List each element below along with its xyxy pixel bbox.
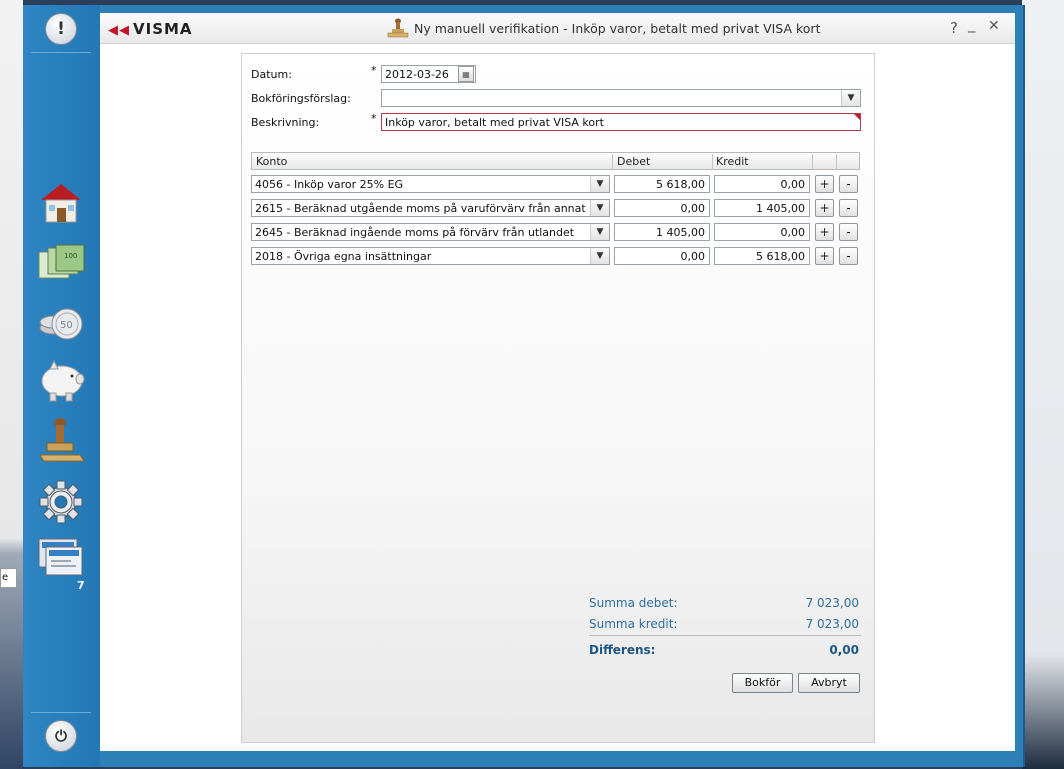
header-kredit: Kredit [716, 155, 749, 168]
window-title: Ny manuell verifikation - Inköp varor, b… [414, 21, 821, 36]
konto-dropdown[interactable]: 4056 - Inköp varor 25% EG ▼ [251, 175, 610, 193]
stamp-icon[interactable] [36, 415, 86, 465]
minimize-button[interactable]: _ [968, 15, 976, 33]
kredit-field[interactable]: 0,00 [714, 223, 810, 241]
desktop-left-edge: e [0, 0, 23, 769]
remove-row-button[interactable]: - [839, 199, 858, 217]
chevron-down-icon[interactable]: ▼ [590, 248, 609, 264]
summa-kredit-label: Summa kredit: [589, 617, 678, 631]
verification-panel: Datum: * 2012-03-26 ▦ Bokföringsförslag:… [241, 53, 875, 743]
required-corner-marker [854, 114, 860, 120]
debet-field[interactable]: 0,00 [614, 199, 710, 217]
chevron-down-icon[interactable]: ▼ [590, 200, 609, 216]
header-separator [712, 154, 713, 169]
remove-row-button[interactable]: - [839, 247, 858, 265]
forslag-dropdown[interactable]: ▼ [381, 89, 861, 107]
datum-value: 2012-03-26 [385, 68, 449, 81]
beskrivning-required-mark: * [371, 112, 377, 125]
notification-badge: 7 [77, 579, 85, 592]
differens-label: Differens: [589, 643, 656, 657]
calendar-icon[interactable]: ▦ [458, 66, 474, 82]
konto-dropdown[interactable]: 2645 - Beräknad ingående moms på förvärv… [251, 223, 610, 241]
remove-row-button[interactable]: - [839, 223, 858, 241]
datum-label: Datum: [251, 68, 292, 81]
coins-icon[interactable]: 50 [36, 300, 86, 350]
kredit-field[interactable]: 5 618,00 [714, 247, 810, 265]
logo-text: VISMA [133, 20, 193, 38]
visma-logo-mark-icon: ◀◀ [108, 23, 130, 38]
add-row-button[interactable]: + [815, 199, 834, 217]
kredit-field[interactable]: 0,00 [714, 175, 810, 193]
konto-value: 4056 - Inköp varor 25% EG [255, 178, 404, 191]
konto-value: 2615 - Beräknad utgående moms på varuför… [255, 202, 610, 215]
grid-header: Konto Debet Kredit [251, 152, 860, 170]
summa-debet-value: 7 023,00 [805, 596, 859, 610]
chevron-down-icon[interactable]: ▼ [590, 176, 609, 192]
add-row-button[interactable]: + [815, 223, 834, 241]
chevron-down-icon[interactable]: ▼ [841, 90, 860, 106]
desktop-right-edge [1022, 0, 1064, 769]
beskrivning-value: Inköp varor, betalt med privat VISA kort [385, 116, 604, 129]
svg-text:100: 100 [64, 252, 77, 260]
konto-dropdown[interactable]: 2018 - Övriga egna insättningar ▼ [251, 247, 610, 265]
summa-kredit-value: 7 023,00 [805, 617, 859, 631]
add-row-button[interactable]: + [815, 175, 834, 193]
svg-text:50: 50 [60, 320, 73, 331]
summa-debet-label: Summa debet: [589, 596, 678, 610]
debet-field[interactable]: 1 405,00 [614, 223, 710, 241]
exclamation-icon[interactable]: ! [45, 13, 77, 45]
banknotes-icon[interactable]: 100 [36, 240, 86, 290]
header-separator [812, 154, 813, 169]
beskrivning-label: Beskrivning: [251, 116, 320, 129]
background-window-peek: e [0, 568, 17, 588]
debet-field[interactable]: 5 618,00 [614, 175, 710, 193]
header-separator [612, 154, 613, 169]
sidebar-separator-bottom [31, 712, 91, 713]
header-separator [836, 154, 837, 169]
bokfor-button[interactable]: Bokför [732, 673, 793, 693]
screens-icon[interactable] [36, 535, 86, 585]
sidebar-separator [31, 52, 91, 53]
differens-value: 0,00 [829, 643, 859, 657]
home-icon[interactable] [36, 178, 86, 228]
konto-dropdown[interactable]: 2615 - Beräknad utgående moms på varuför… [251, 199, 610, 217]
kredit-field[interactable]: 1 405,00 [714, 199, 810, 217]
stamp-title-icon [387, 18, 409, 38]
header-debet: Debet [617, 155, 651, 168]
visma-logo: ◀◀ VISMA [108, 20, 193, 38]
help-button[interactable]: ? [950, 19, 958, 37]
header-konto: Konto [256, 155, 288, 168]
power-icon[interactable]: ⏻ [45, 720, 77, 752]
main-window: ◀◀ VISMA Ny manuell verifikation - Inköp … [100, 13, 1015, 751]
konto-value: 2018 - Övriga egna insättningar [255, 250, 432, 263]
avbryt-button[interactable]: Avbryt [798, 673, 860, 693]
forslag-label: Bokföringsförslag: [251, 92, 351, 105]
add-row-button[interactable]: + [815, 247, 834, 265]
gear-icon[interactable] [36, 477, 86, 527]
summary-divider [589, 635, 861, 636]
piggy-bank-icon[interactable] [36, 355, 86, 405]
datum-required-mark: * [371, 64, 377, 77]
close-button[interactable]: ✕ [988, 18, 1000, 34]
beskrivning-field[interactable]: Inköp varor, betalt med privat VISA kort [381, 113, 861, 131]
title-bar: ◀◀ VISMA Ny manuell verifikation - Inköp … [100, 13, 1015, 44]
remove-row-button[interactable]: - [839, 175, 858, 193]
konto-value: 2645 - Beräknad ingående moms på förvärv… [255, 226, 575, 239]
debet-field[interactable]: 0,00 [614, 247, 710, 265]
chevron-down-icon[interactable]: ▼ [590, 224, 609, 240]
